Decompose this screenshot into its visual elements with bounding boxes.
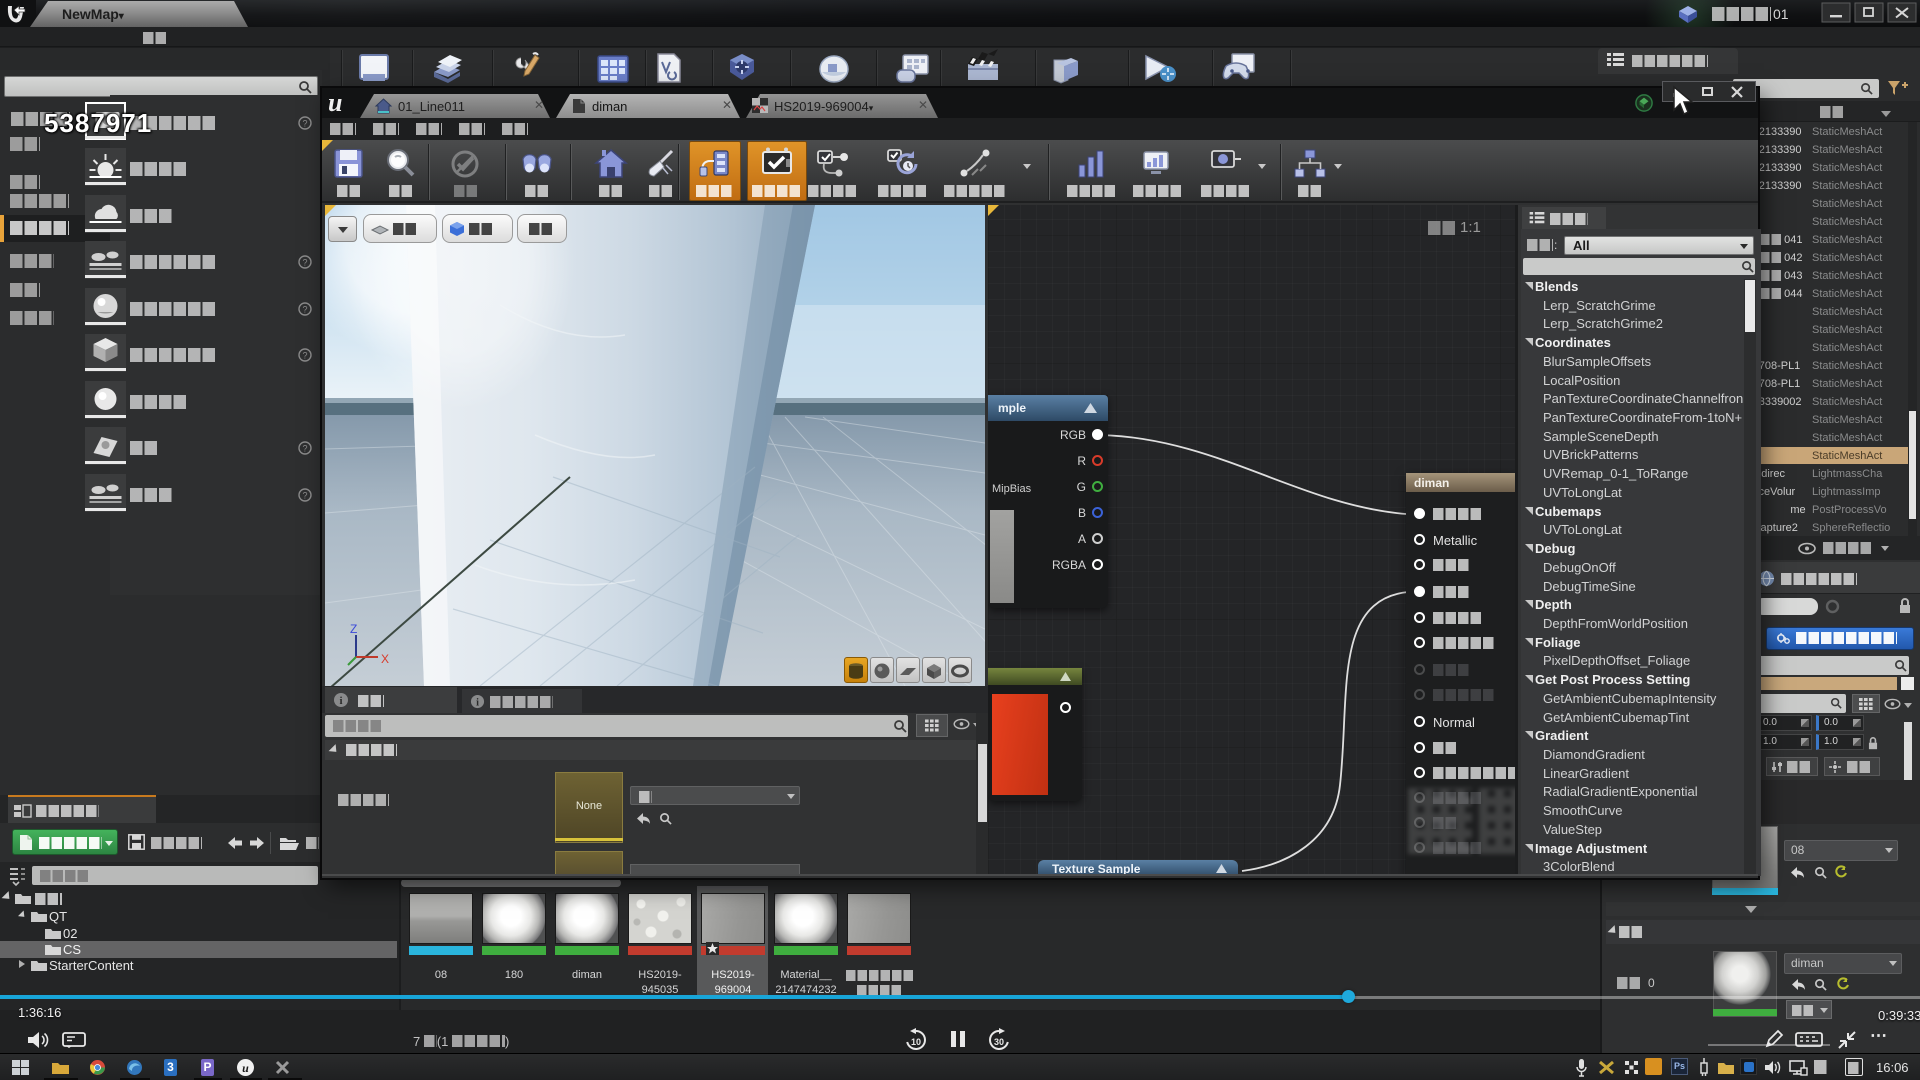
- svg-text:u: u: [242, 1061, 249, 1075]
- svg-text:?: ?: [302, 119, 307, 129]
- svg-text:?: ?: [302, 305, 307, 315]
- svg-text:?: ?: [302, 491, 307, 501]
- svg-text:X: X: [381, 652, 389, 666]
- svg-text:?: ?: [302, 351, 307, 361]
- svg-text:i: i: [476, 697, 479, 708]
- svg-text:?: ?: [302, 444, 307, 454]
- svg-text:?: ?: [302, 258, 307, 268]
- svg-text:i: i: [339, 695, 342, 707]
- svg-text:Z: Z: [350, 622, 357, 636]
